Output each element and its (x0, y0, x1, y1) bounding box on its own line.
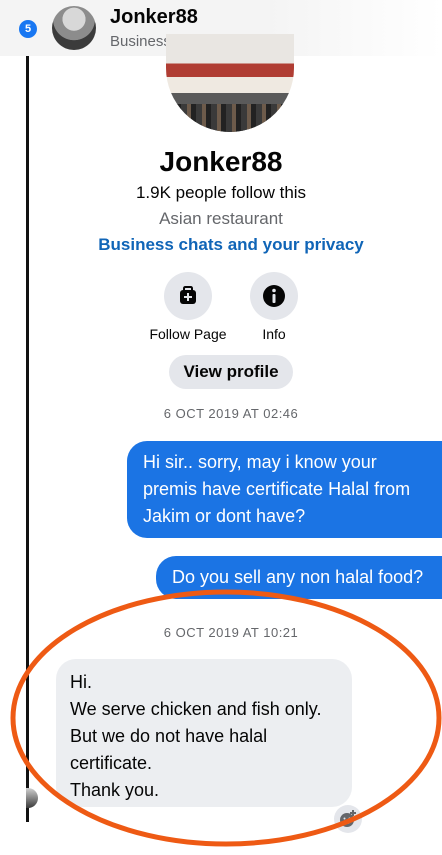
privacy-link[interactable]: Business chats and your privacy (0, 235, 442, 255)
message-line: premis have certificate Halal from (143, 479, 411, 499)
timestamp: 6 OCT 2019 AT 10:21 (163, 625, 299, 640)
header-title[interactable]: Jonker88 (110, 6, 198, 29)
add-reaction-icon (340, 810, 356, 827)
header-avatar[interactable] (52, 6, 96, 50)
message-line: Hi. (70, 672, 92, 692)
add-reaction-button[interactable] (334, 805, 362, 833)
outgoing-message[interactable]: Hi sir.. sorry, may i know your premis h… (127, 441, 442, 538)
incoming-message[interactable]: Hi. We serve chicken and fish only. But … (56, 659, 352, 807)
outgoing-message[interactable]: Do you sell any non halal food? (156, 556, 442, 599)
follow-page-button[interactable]: Follow Page (143, 272, 233, 342)
message-line: Thank you. (70, 780, 160, 800)
message-line: Do you sell any non halal food? (172, 567, 424, 587)
message-line: Jakim or dont have? (143, 506, 306, 526)
info-button[interactable]: Info (229, 272, 319, 342)
follow-page-icon (164, 272, 212, 320)
message-line: We serve chicken and fish only. (70, 699, 322, 719)
profile-name: Jonker88 (159, 146, 283, 177)
message-line: Hi sir.. sorry, may i know your (143, 452, 377, 472)
view-profile-button[interactable]: View profile (169, 355, 293, 389)
avatar-crowd (166, 104, 294, 132)
message-line: But we do not have halal (70, 726, 268, 746)
business-category: Asian restaurant (159, 209, 283, 228)
info-icon (250, 272, 298, 320)
follower-count: 1.9K people follow this (135, 183, 307, 202)
notification-badge[interactable]: 5 (19, 20, 37, 38)
message-line: certificate. (70, 753, 153, 773)
sender-avatar[interactable] (26, 788, 38, 808)
profile-avatar[interactable] (166, 34, 294, 132)
timestamp: 6 OCT 2019 AT 02:46 (163, 406, 299, 421)
follow-page-label: Follow Page (149, 326, 227, 342)
info-label: Info (262, 326, 286, 342)
